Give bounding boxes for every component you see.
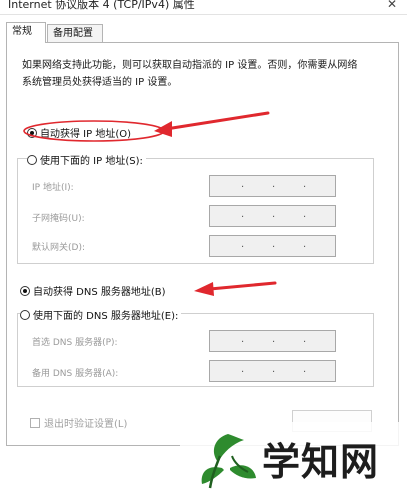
ip-dot: .: [241, 209, 245, 220]
radio-auto-dns[interactable]: 自动获得 DNS 服务器地址(B): [20, 283, 169, 298]
window-title: Internet 协议版本 4 (TCP/IPv4) 属性: [8, 0, 195, 11]
preferred-dns-label: 首选 DNS 服务器(P):: [32, 338, 118, 348]
watermark-text: 学知网: [262, 439, 380, 484]
radio-auto-dns-indicator[interactable]: [20, 285, 30, 296]
validate-settings-row[interactable]: 退出时验证设置(L): [30, 415, 127, 430]
radio-manual-ip-indicator[interactable]: [27, 154, 37, 165]
ip-dot: .: [272, 364, 276, 375]
tab-alternate-configuration[interactable]: 备用配置: [47, 24, 103, 42]
radio-auto-ip-label: 自动获得 IP 地址(O): [40, 129, 132, 140]
ip-dot: .: [303, 364, 307, 375]
watermark: 学知网: [180, 422, 407, 499]
leaf-logo-icon: [201, 434, 256, 489]
alternate-dns-field[interactable]: . . .: [209, 360, 336, 382]
default-gateway-field[interactable]: . . .: [209, 235, 336, 257]
radio-manual-ip[interactable]: 使用下面的 IP 地址(S):: [27, 152, 146, 167]
validate-settings-checkbox[interactable]: [30, 417, 40, 428]
radio-manual-dns-indicator[interactable]: [20, 309, 30, 320]
subnet-mask-label: 子网掩码(U):: [32, 214, 85, 224]
preferred-dns-field[interactable]: . . .: [209, 330, 336, 352]
default-gateway-label: 默认网关(D):: [32, 243, 85, 253]
ip-dot: .: [303, 239, 307, 250]
ip-dot: .: [241, 334, 245, 345]
radio-auto-dns-label: 自动获得 DNS 服务器地址(B): [33, 287, 166, 298]
ip-dot: .: [303, 179, 307, 190]
ip-dot: .: [241, 364, 245, 375]
description-text: 如果网络支持此功能，则可以获取自动指派的 IP 设置。否则，你需要从网络系统管理…: [22, 60, 358, 88]
ip-dot: .: [272, 239, 276, 250]
close-icon[interactable]: ✕: [387, 0, 397, 11]
validate-settings-label: 退出时验证设置(L): [44, 419, 128, 430]
ip-address-field[interactable]: . . .: [209, 175, 336, 197]
subnet-mask-field[interactable]: . . .: [209, 205, 336, 227]
radio-auto-ip-indicator[interactable]: [27, 127, 37, 138]
ip-dot: .: [303, 209, 307, 220]
alternate-dns-label: 备用 DNS 服务器(A):: [32, 369, 119, 379]
ip-dot: .: [272, 209, 276, 220]
title-bar: Internet 协议版本 4 (TCP/IPv4) 属性 ✕: [0, 0, 407, 15]
ip-dot: .: [272, 179, 276, 190]
tab-general[interactable]: 常规: [6, 22, 46, 43]
radio-manual-dns[interactable]: 使用下面的 DNS 服务器地址(E):: [20, 307, 182, 322]
ip-address-label: IP 地址(I):: [32, 183, 74, 193]
radio-manual-ip-label: 使用下面的 IP 地址(S):: [40, 156, 143, 167]
radio-manual-dns-label: 使用下面的 DNS 服务器地址(E):: [33, 311, 179, 322]
ip-dot: .: [303, 334, 307, 345]
ip-dot: .: [241, 179, 245, 190]
ip-dot: .: [272, 334, 276, 345]
radio-auto-ip[interactable]: 自动获得 IP 地址(O): [27, 125, 135, 140]
ip-dot: .: [241, 239, 245, 250]
